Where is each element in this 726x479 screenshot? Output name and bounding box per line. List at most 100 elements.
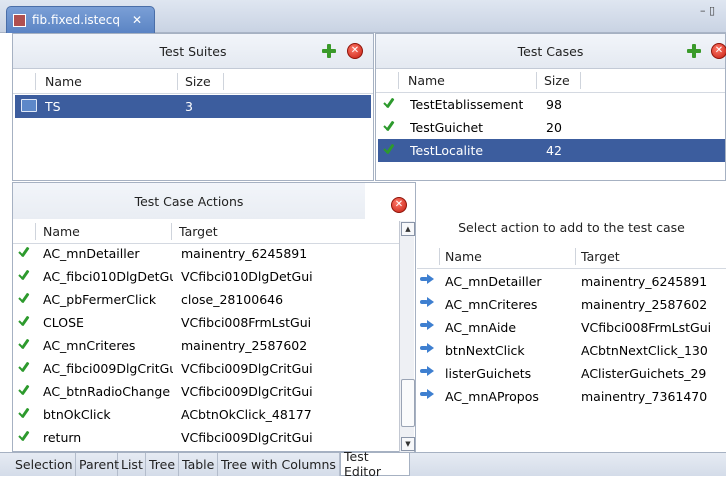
test-case-name: TestLocalite xyxy=(410,143,484,158)
action-name: AC_btnRadioChange xyxy=(43,384,171,399)
bottom-tab-list[interactable]: List xyxy=(118,453,146,476)
actions-scrollbar[interactable]: ▲ ▼ xyxy=(399,221,415,452)
action-row[interactable]: btnOkClick ACbtnOkClick_48177 xyxy=(15,403,399,426)
folder-icon xyxy=(21,99,37,112)
available-action-target: ACbtnNextClick_130 xyxy=(581,343,708,358)
column-size[interactable]: Size xyxy=(185,74,211,89)
test-case-size: 42 xyxy=(546,143,562,158)
column-target[interactable]: Target xyxy=(581,249,620,264)
suite-name: TS xyxy=(45,99,61,114)
available-action-name: AC_mnDetailler xyxy=(445,274,542,289)
column-size[interactable]: Size xyxy=(544,73,570,88)
available-action-row[interactable]: AC_mnAPropos mainentry_7361470 xyxy=(417,385,726,408)
minimize-icon[interactable]: – xyxy=(700,4,706,17)
check-icon xyxy=(17,292,33,306)
available-action-row[interactable]: AC_mnAide VCfibci008FrmLstGui xyxy=(417,316,726,339)
file-icon xyxy=(13,13,26,27)
check-icon xyxy=(17,407,33,421)
action-name: AC_mnCriteres xyxy=(43,338,136,353)
bottom-tab-bar: Selection Parent List Tree Table Tree with Co… xyxy=(0,449,726,479)
bottom-tab-test-editor[interactable]: Test Editor xyxy=(340,449,410,479)
delete-test-case-icon[interactable]: ✕ xyxy=(711,43,726,59)
editor-tab-title: fib.fixed.istecq xyxy=(32,13,120,27)
action-row[interactable]: AC_pbFermerClick close_28100646 xyxy=(15,288,399,311)
action-name: AC_fibci009DlgCritGu xyxy=(43,361,173,376)
add-test-case-icon[interactable] xyxy=(686,43,702,59)
test-case-row[interactable]: TestEtablissement 98 xyxy=(378,93,725,116)
available-action-row[interactable]: btnNextClick ACbtnNextClick_130 xyxy=(417,339,726,362)
test-case-row[interactable]: TestGuichet 20 xyxy=(378,116,725,139)
available-action-row[interactable]: AC_mnCriteres mainentry_2587602 xyxy=(417,293,726,316)
bottom-tab-tree-with-columns[interactable]: Tree with Columns xyxy=(218,453,340,476)
add-arrow-icon xyxy=(420,297,434,307)
check-icon xyxy=(17,246,33,260)
test-case-actions-header: Test Case Actions xyxy=(13,183,365,219)
test-case-row[interactable]: TestLocalite 42 xyxy=(378,139,725,162)
available-action-row[interactable]: listerGuichets AClisterGuichets_29 xyxy=(417,362,726,385)
available-action-name: AC_mnAPropos xyxy=(445,389,539,404)
available-action-name: listerGuichets xyxy=(445,366,532,381)
action-target: close_28100646 xyxy=(181,292,284,307)
available-actions-panel: Select action to add to the test case Na… xyxy=(417,182,726,452)
action-row[interactable]: AC_btnRadioChange VCfibci009DlgCritGui xyxy=(15,380,399,403)
delete-suite-icon[interactable]: ✕ xyxy=(347,43,363,59)
column-target[interactable]: Target xyxy=(179,224,218,239)
action-target: ACbtnOkClick_48177 xyxy=(181,407,312,422)
bottom-tab-table[interactable]: Table xyxy=(179,453,218,476)
action-target: VCfibci008FrmLstGui xyxy=(181,315,312,330)
action-name: CLOSE xyxy=(43,315,84,330)
window-controls: – ▯ xyxy=(700,4,724,18)
delete-action-icon[interactable]: ✕ xyxy=(391,197,407,213)
action-name: AC_mnDetailler xyxy=(43,246,140,261)
bottom-tab-selection[interactable]: Selection xyxy=(12,453,76,476)
check-icon xyxy=(17,269,33,283)
bottom-tab-tree[interactable]: Tree xyxy=(146,453,179,476)
editor-tab[interactable]: fib.fixed.istecq ✕ xyxy=(6,6,155,33)
action-target: VCfibci009DlgCritGui xyxy=(181,384,313,399)
check-icon xyxy=(17,430,33,444)
action-row[interactable]: AC_mnDetailler mainentry_6245891 xyxy=(15,242,399,265)
add-arrow-icon xyxy=(420,320,434,330)
action-row[interactable]: CLOSE VCfibci008FrmLstGui xyxy=(15,311,399,334)
test-suites-panel: Test Suites ✕ Name Size TS 3 xyxy=(12,33,374,181)
column-name[interactable]: Name xyxy=(45,74,82,89)
available-action-row[interactable]: AC_mnDetailler mainentry_6245891 xyxy=(417,270,726,293)
available-action-target: VCfibci008FrmLstGui xyxy=(581,320,712,335)
maximize-icon[interactable]: ▯ xyxy=(709,4,715,17)
column-name[interactable]: Name xyxy=(445,249,482,264)
test-cases-panel: Test Cases ✕ Name Size TestEtablissement… xyxy=(375,33,726,181)
test-cases-column-header: Name Size xyxy=(376,70,725,93)
available-action-name: AC_mnAide xyxy=(445,320,517,335)
action-name: AC_pbFermerClick xyxy=(43,292,157,307)
action-target: VCfibci010DlgDetGui xyxy=(181,269,313,284)
test-suites-header: Test Suites xyxy=(13,34,373,69)
test-suites-title: Test Suites xyxy=(159,43,227,59)
bottom-tab-parent[interactable]: Parent xyxy=(76,453,119,476)
add-suite-icon[interactable] xyxy=(321,43,337,59)
scroll-thumb[interactable] xyxy=(401,379,415,427)
suite-size: 3 xyxy=(185,99,193,114)
action-target: mainentry_2587602 xyxy=(181,338,308,353)
column-name[interactable]: Name xyxy=(43,224,80,239)
available-action-name: AC_mnCriteres xyxy=(445,297,538,312)
available-action-target: mainentry_6245891 xyxy=(581,274,708,289)
check-icon xyxy=(382,120,398,134)
action-target: VCfibci009DlgCritGui xyxy=(181,361,313,376)
action-name: AC_fibci010DlgDetGu xyxy=(43,269,173,284)
test-suites-column-header: Name Size xyxy=(13,71,373,94)
test-case-size: 98 xyxy=(546,97,562,112)
close-tab-icon[interactable]: ✕ xyxy=(132,13,142,27)
test-case-name: TestEtablissement xyxy=(410,97,524,112)
action-row[interactable]: return VCfibci009DlgCritGui xyxy=(15,426,399,449)
available-action-target: mainentry_2587602 xyxy=(581,297,708,312)
scroll-up-icon[interactable]: ▲ xyxy=(401,222,415,236)
column-name[interactable]: Name xyxy=(408,73,445,88)
test-case-actions-title: Test Case Actions xyxy=(134,193,244,209)
test-cases-title: Test Cases xyxy=(517,43,584,59)
add-arrow-icon xyxy=(420,274,434,284)
action-row[interactable]: AC_fibci010DlgDetGu VCfibci010DlgDetGui xyxy=(15,265,399,288)
action-row[interactable]: AC_mnCriteres mainentry_2587602 xyxy=(15,334,399,357)
suite-row[interactable]: TS 3 xyxy=(15,95,371,118)
available-action-target: mainentry_7361470 xyxy=(581,389,708,404)
action-row[interactable]: AC_fibci009DlgCritGu VCfibci009DlgCritGui xyxy=(15,357,399,380)
